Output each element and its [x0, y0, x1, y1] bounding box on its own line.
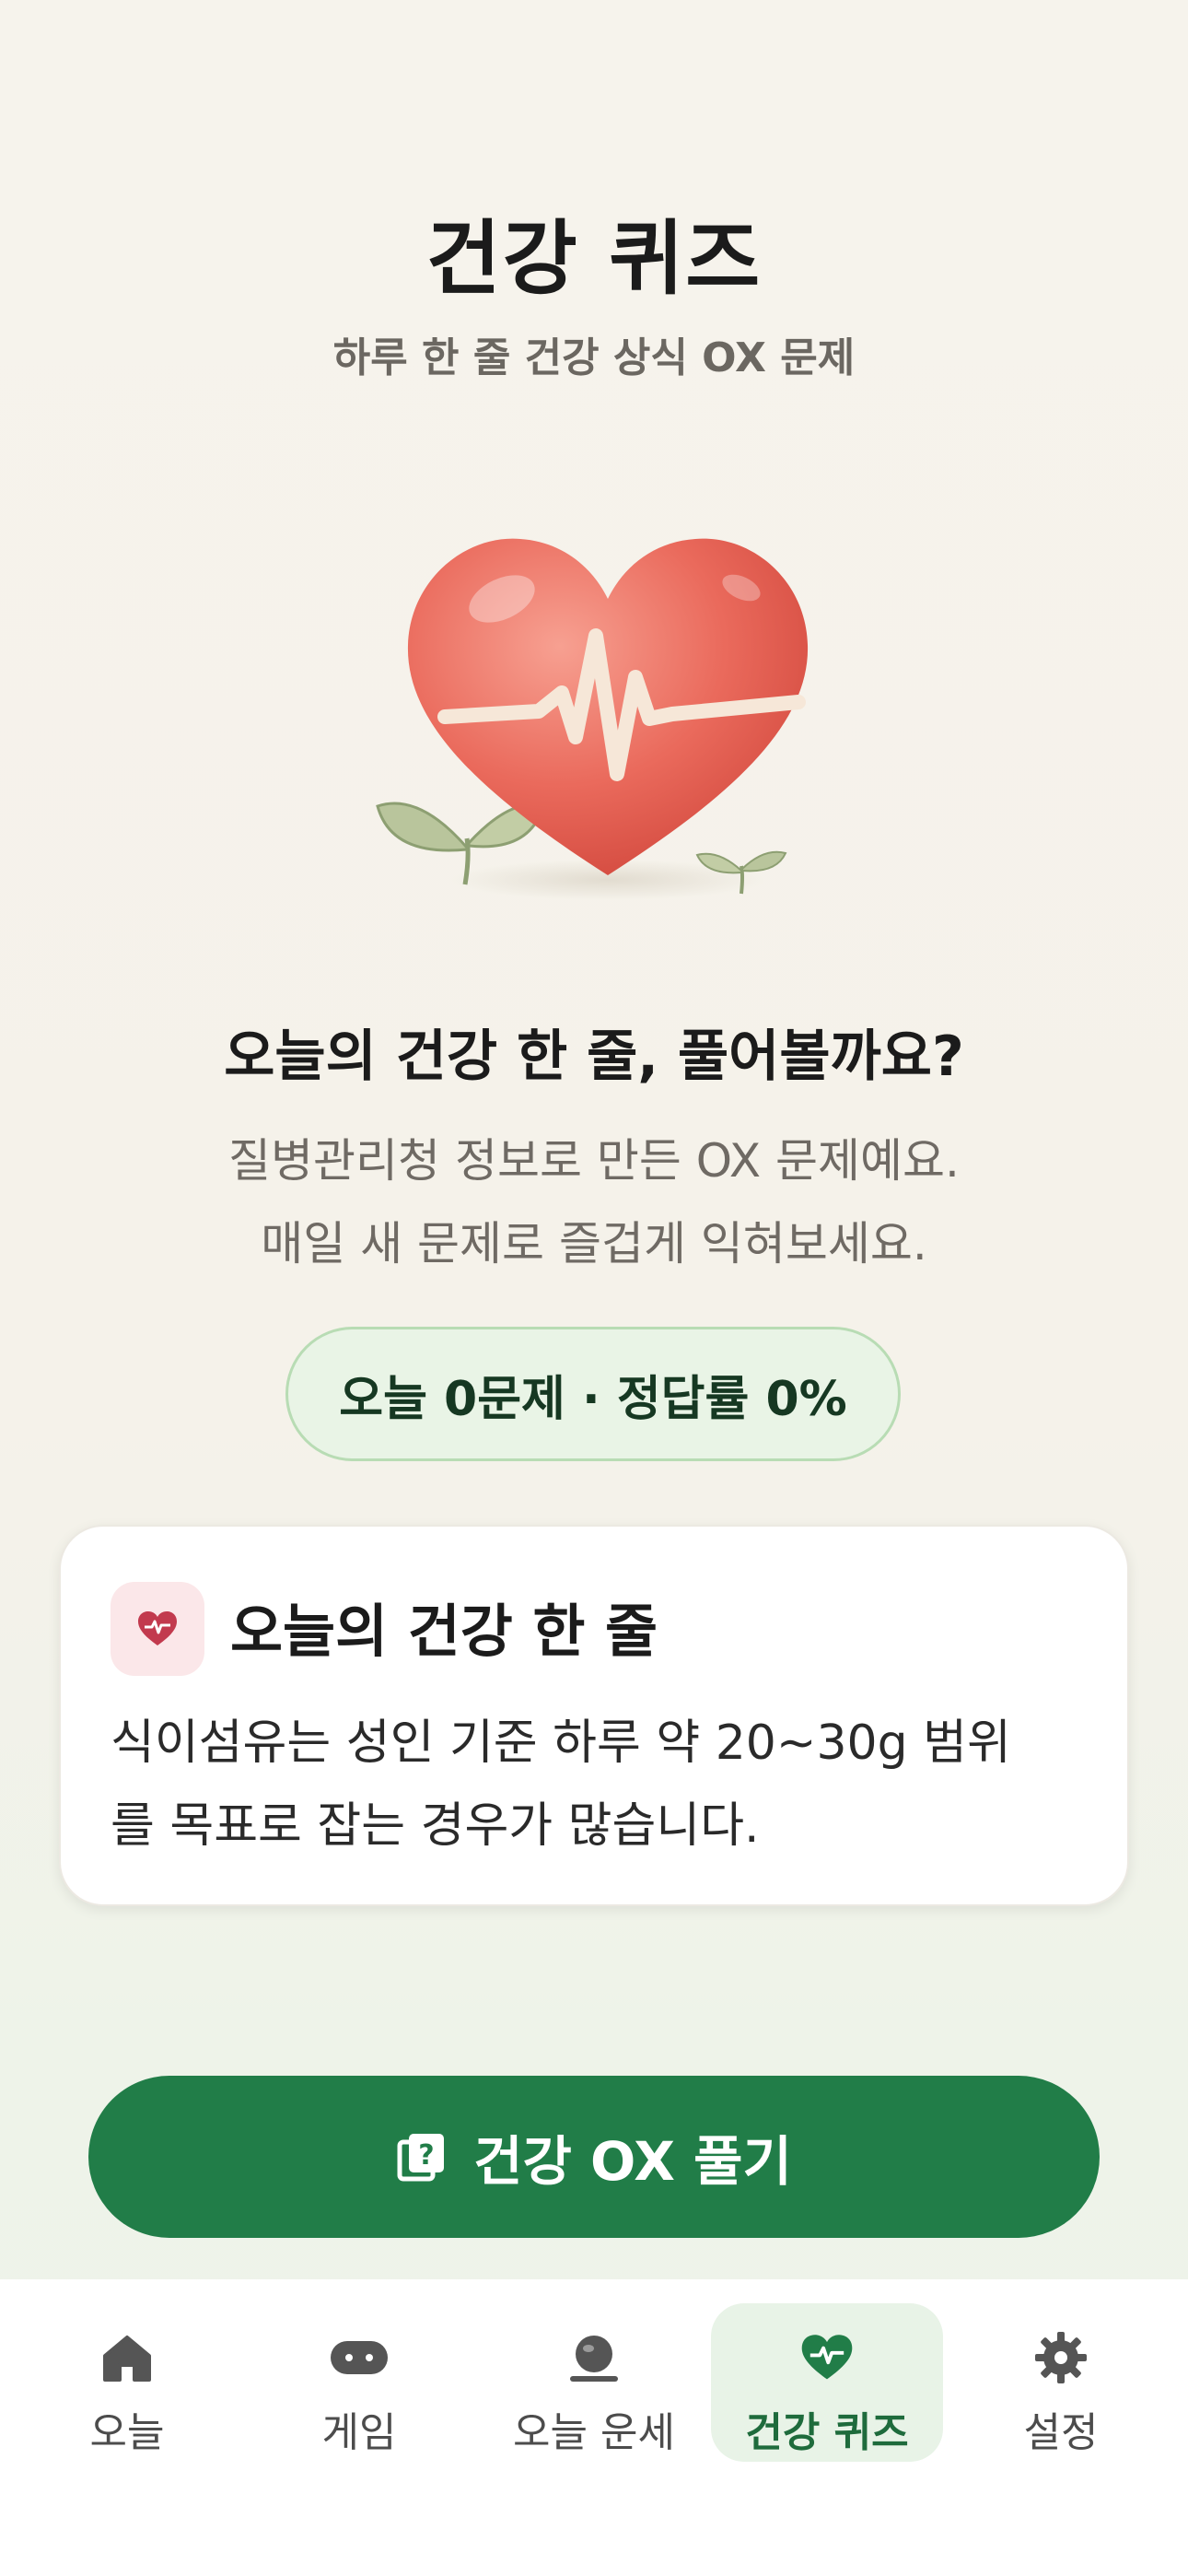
- tab-games[interactable]: 게임: [243, 2303, 475, 2462]
- page-title: 건강 퀴즈: [425, 211, 763, 306]
- today-stats-badge: 오늘 0문제 · 정답률 0%: [285, 1327, 901, 1461]
- intro-description-line: 매일 새 문제로 즐겁게 익혀보세요.: [261, 1217, 927, 1270]
- tab-settings[interactable]: 설정: [945, 2303, 1177, 2462]
- svg-text:?: ?: [418, 2139, 434, 2172]
- page-subtitle: 하루 한 줄 건강 상식 OX 문제: [332, 334, 856, 381]
- tab-health-quiz[interactable]: 건강 퀴즈: [711, 2303, 943, 2462]
- heart-pulse-icon: [800, 2327, 854, 2388]
- gear-icon: [1033, 2327, 1089, 2388]
- tip-card-body-line: 식이섬유는 성인 기준 하루 약 20~30g 범위: [111, 1715, 1011, 1771]
- fortune-icon: [565, 2327, 623, 2388]
- tab-label: 건강 퀴즈: [745, 2409, 909, 2456]
- heart-pulse-icon: [111, 1582, 204, 1676]
- intro-headline: 오늘의 건강 한 줄, 풀어볼까요?: [224, 1025, 964, 1089]
- health-tip-card: 오늘의 건강 한 줄 식이섬유는 성인 기준 하루 약 20~30g 범위 를 …: [59, 1525, 1129, 1906]
- tab-label: 오늘 운세: [513, 2409, 675, 2456]
- tip-card-body-line: 를 목표로 잡는 경우가 많습니다.: [111, 1798, 760, 1854]
- bottom-tab-bar: 오늘 게임 오늘 운세 건강 퀴즈 설정: [0, 2279, 1188, 2576]
- tab-label: 오늘: [89, 2409, 165, 2456]
- intro-description-line: 질병관리청 정보로 만든 OX 문제예요.: [228, 1134, 960, 1188]
- home-icon: [99, 2327, 155, 2388]
- tab-fortune[interactable]: 오늘 운세: [478, 2303, 710, 2462]
- tab-today[interactable]: 오늘: [11, 2303, 243, 2462]
- start-quiz-button[interactable]: ? 건강 OX 풀기: [88, 2076, 1100, 2238]
- start-quiz-label: 건강 OX 풀기: [473, 2130, 792, 2193]
- intro-description: 질병관리청 정보로 만든 OX 문제예요. 매일 새 문제로 즐겁게 익혀보세요…: [0, 1119, 1188, 1285]
- tab-label: 게임: [321, 2409, 397, 2456]
- tip-card-body: 식이섬유는 성인 기준 하루 약 20~30g 범위 를 목표로 잡는 경우가 …: [111, 1702, 1096, 1868]
- quiz-question-icon: ?: [396, 2131, 448, 2183]
- gamepad-icon: [329, 2327, 390, 2388]
- tab-label: 설정: [1023, 2409, 1099, 2456]
- heart-illustration: [355, 488, 833, 921]
- tip-card-title: 오늘의 건강 한 줄: [230, 1598, 658, 1665]
